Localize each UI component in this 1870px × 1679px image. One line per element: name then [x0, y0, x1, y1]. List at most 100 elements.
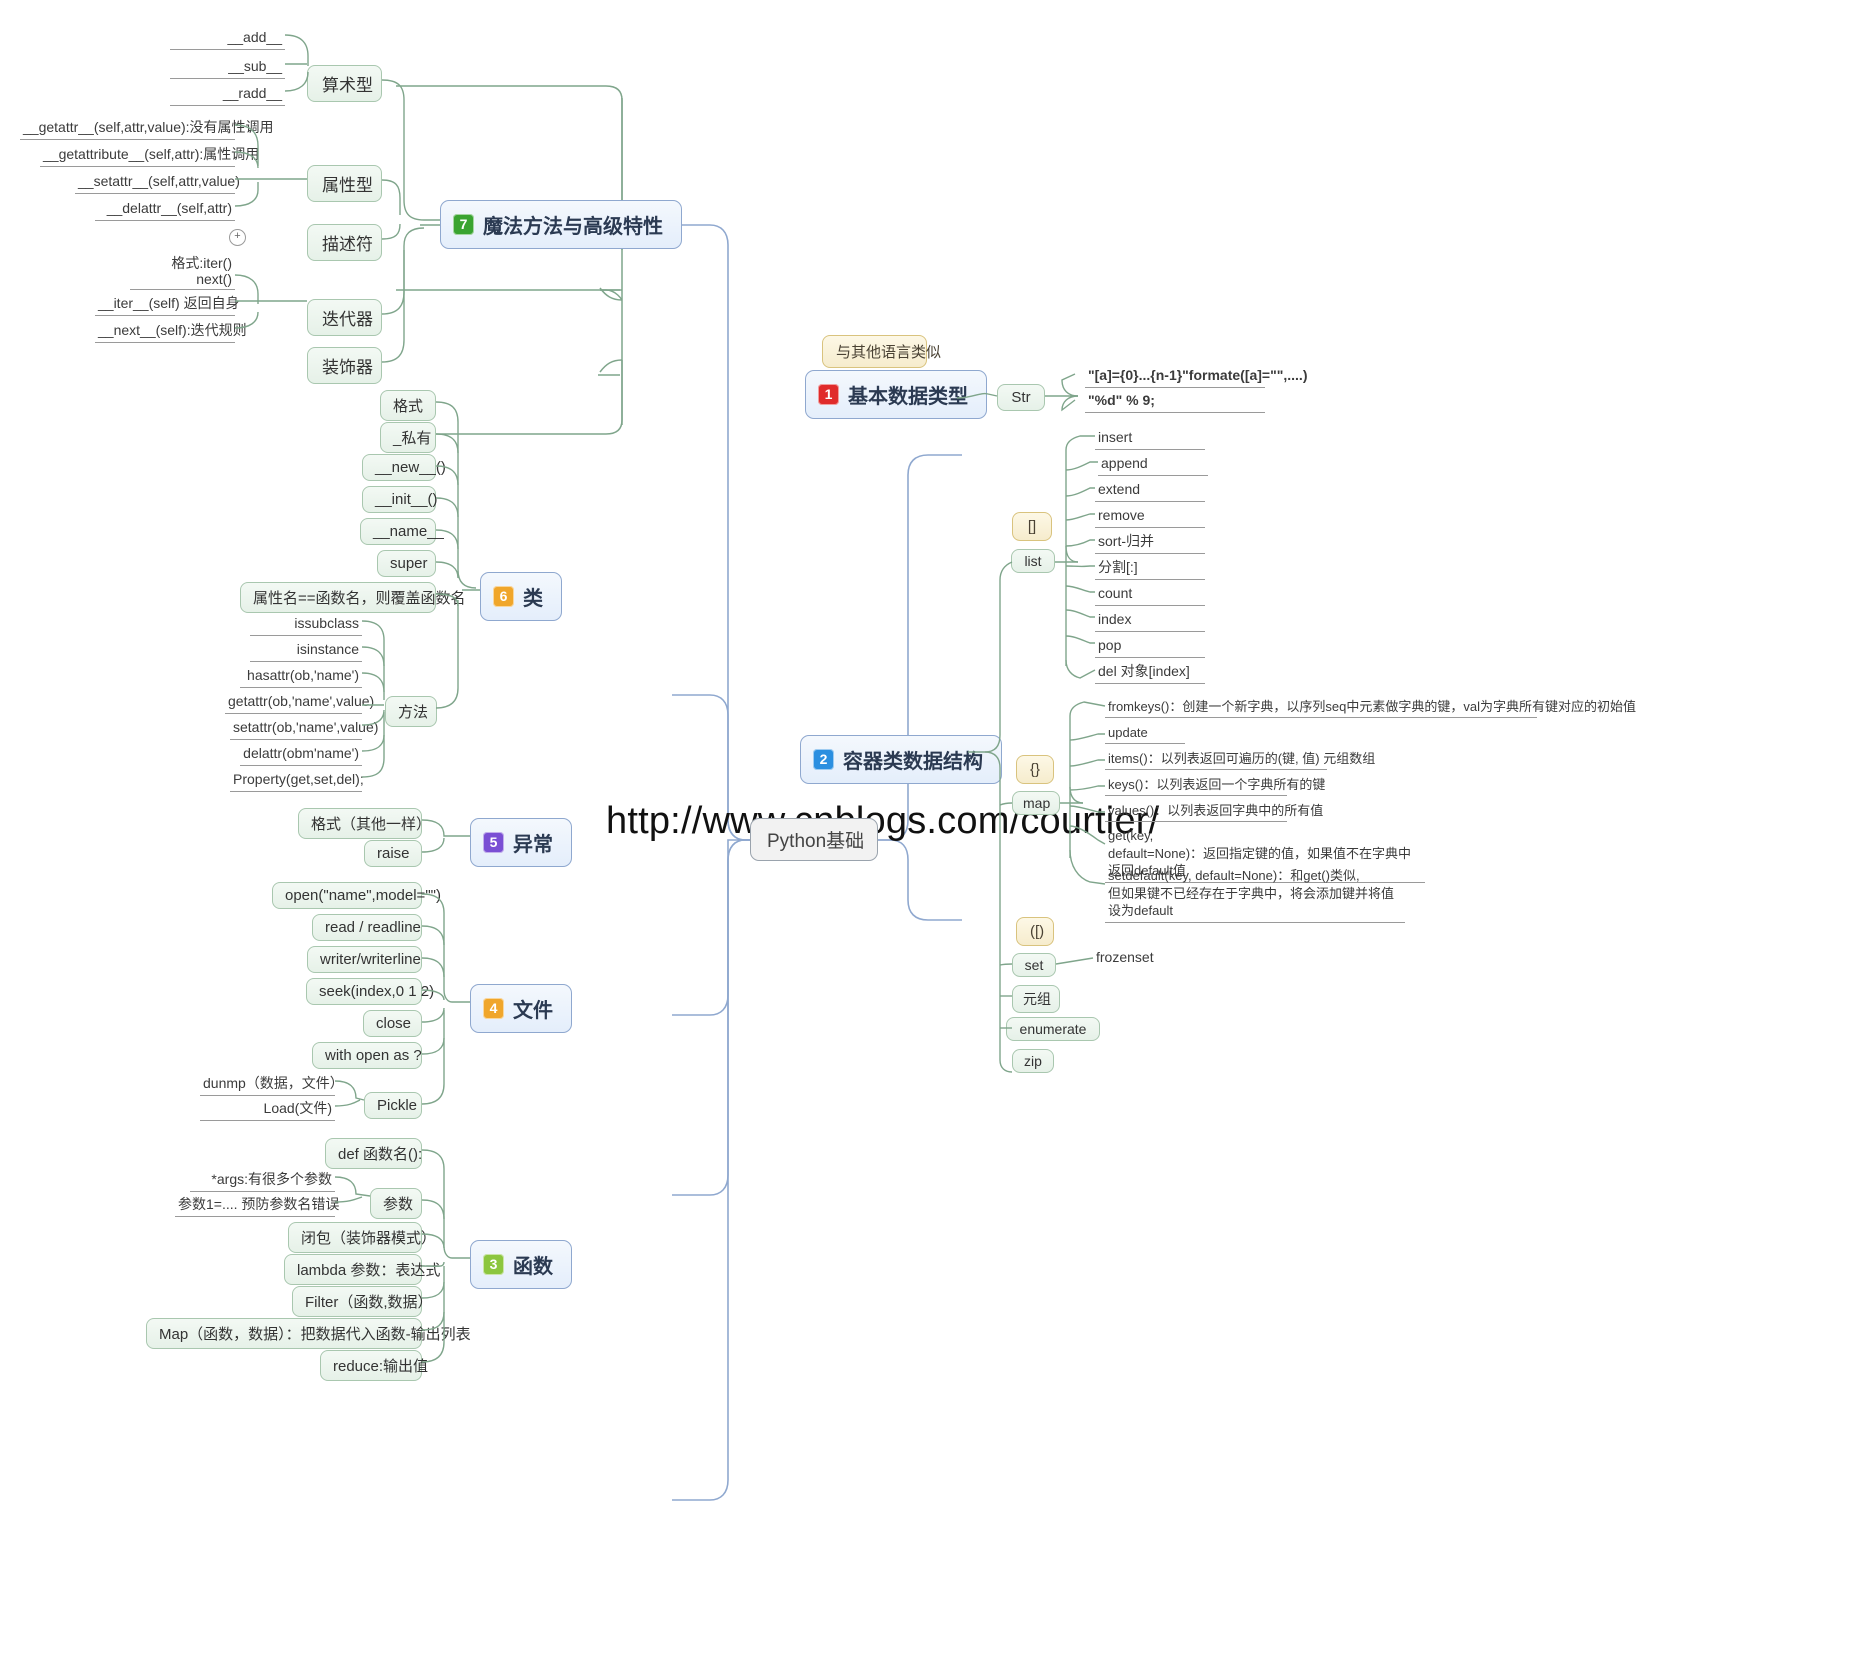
branch-file-label: 文件 — [513, 1000, 553, 1022]
leaf-next-self[interactable]: __next__(self):迭代规则 — [95, 321, 247, 343]
class-item-private[interactable]: _私有 — [380, 422, 436, 453]
branch-magic-methods-label: 魔法方法与高级特性 — [483, 216, 663, 238]
root-node[interactable]: Python基础 — [750, 818, 878, 861]
branch-exception[interactable]: 5 异常 — [470, 818, 572, 867]
list-insert[interactable]: insert — [1095, 428, 1205, 450]
badge-4: 4 — [483, 998, 504, 1019]
leaf-getattr[interactable]: __getattr__(self,attr,value):没有属性调用 — [20, 118, 274, 140]
method-delattr[interactable]: delattr(obm'name') — [240, 744, 362, 766]
function-item-lambda[interactable]: lambda 参数：表达式 — [284, 1254, 440, 1285]
badge-5: 5 — [483, 832, 504, 853]
branch-basic-types[interactable]: 1 基本数据类型 — [805, 370, 987, 419]
badge-2: 2 — [813, 749, 834, 770]
note-set-paren[interactable]: ([) — [1016, 917, 1054, 946]
file-item-with[interactable]: with open as ? — [312, 1042, 422, 1069]
list-sort[interactable]: sort-归并 — [1095, 532, 1205, 554]
exception-item-format[interactable]: 格式（其他一样） — [298, 808, 431, 839]
function-item-closure[interactable]: 闭包（装饰器模式） — [288, 1222, 436, 1253]
function-item-filter[interactable]: Filter（函数,数据） — [292, 1286, 433, 1317]
list-index[interactable]: index — [1095, 610, 1205, 632]
file-item-write[interactable]: writer/writerline — [307, 946, 422, 973]
container-map[interactable]: map — [1012, 791, 1060, 815]
class-item-super[interactable]: super — [377, 550, 436, 577]
leaf-sub[interactable]: __sub__ — [170, 57, 285, 79]
branch-function[interactable]: 3 函数 — [470, 1240, 572, 1289]
pickle-dump[interactable]: dunmp（数据，文件） — [200, 1074, 344, 1096]
container-set[interactable]: set — [1012, 953, 1056, 977]
class-item-init[interactable]: __init__() — [362, 486, 438, 513]
list-slice[interactable]: 分割[:] — [1095, 558, 1205, 580]
badge-1: 1 — [818, 384, 839, 405]
expand-plus-icon[interactable]: + — [229, 229, 246, 246]
leaf-radd[interactable]: __radd__ — [170, 84, 285, 106]
note-list-bracket[interactable]: [] — [1012, 512, 1052, 541]
leaf-iter-self[interactable]: __iter__(self) 返回自身 — [95, 294, 240, 316]
class-item-override[interactable]: 属性名==函数名，则覆盖函数名 — [240, 582, 466, 613]
map-setdefault[interactable]: setdefault(key, default=None)：和get()类似, … — [1105, 866, 1405, 923]
leaf-getattribute[interactable]: __getattribute__(self,attr):属性调用 — [40, 145, 259, 167]
method-isinstance[interactable]: isinstance — [250, 640, 362, 662]
method-getattr[interactable]: getattr(ob,'name',value) — [225, 692, 374, 714]
function-item-def[interactable]: def 函数名(): — [325, 1138, 422, 1169]
leaf-delattr[interactable]: __delattr__(self,attr) — [95, 199, 235, 221]
file-item-read[interactable]: read / readline — [312, 914, 422, 941]
note-map-brace[interactable]: {} — [1016, 755, 1054, 784]
branch-file[interactable]: 4 文件 — [470, 984, 572, 1033]
list-del[interactable]: del 对象[index] — [1095, 662, 1205, 684]
group-attribute[interactable]: 属性型 — [307, 165, 382, 202]
class-item-new[interactable]: __new__() — [362, 454, 446, 481]
branch-magic-methods[interactable]: 7 魔法方法与高级特性 — [440, 200, 682, 249]
group-decorator[interactable]: 装饰器 — [307, 347, 382, 384]
file-pickle[interactable]: Pickle — [364, 1092, 422, 1119]
class-item-format[interactable]: 格式 — [380, 390, 436, 421]
branch-function-label: 函数 — [513, 1256, 553, 1278]
method-hasattr[interactable]: hasattr(ob,'name') — [240, 666, 362, 688]
function-item-reduce[interactable]: reduce:输出值 — [320, 1350, 428, 1381]
list-count[interactable]: count — [1095, 584, 1205, 606]
type-str[interactable]: Str — [997, 384, 1045, 411]
map-values[interactable]: values()：以列表返回字典中的所有值 — [1105, 802, 1323, 823]
file-item-seek[interactable]: seek(index,0 1 2) — [306, 978, 434, 1005]
group-iterator[interactable]: 迭代器 — [307, 299, 382, 336]
method-issubclass[interactable]: issubclass — [250, 614, 362, 636]
group-arithmetic[interactable]: 算术型 — [307, 65, 382, 102]
container-zip[interactable]: zip — [1012, 1049, 1054, 1073]
pickle-load[interactable]: Load(文件) — [200, 1099, 335, 1121]
class-methods[interactable]: 方法 — [385, 696, 437, 727]
set-frozenset[interactable]: frozenset — [1093, 948, 1183, 969]
class-item-name[interactable]: __name__ — [360, 518, 444, 545]
param-default[interactable]: 参数1=.... 预防参数名错误 — [175, 1195, 339, 1217]
container-enumerate[interactable]: enumerate — [1006, 1017, 1100, 1041]
param-args[interactable]: *args:有很多个参数 — [190, 1170, 335, 1192]
branch-exception-label: 异常 — [513, 834, 553, 856]
group-descriptor[interactable]: 描述符 — [307, 224, 382, 261]
container-list[interactable]: list — [1011, 549, 1055, 573]
function-params[interactable]: 参数 — [370, 1188, 422, 1219]
method-property[interactable]: Property(get,set,del); — [230, 770, 364, 792]
method-setattr[interactable]: setattr(ob,'name',value) — [230, 718, 378, 740]
list-extend[interactable]: extend — [1095, 480, 1205, 502]
str-format[interactable]: "[a]={0}...{n-1}"formate([a]="",....) — [1085, 366, 1308, 388]
branch-class[interactable]: 6 类 — [480, 572, 562, 621]
leaf-iter-format[interactable]: 格式:iter() next() — [130, 254, 235, 291]
leaf-setattr[interactable]: __setattr__(self,attr,value) — [75, 172, 240, 194]
list-append[interactable]: append — [1098, 454, 1208, 476]
map-update[interactable]: update — [1105, 724, 1185, 745]
branch-class-label: 类 — [523, 588, 543, 610]
str-percent[interactable]: "%d" % 9; — [1085, 391, 1265, 413]
file-item-open[interactable]: open("name",model="") — [272, 882, 441, 909]
container-tuple[interactable]: 元组 — [1012, 985, 1060, 1013]
leaf-add[interactable]: __add__ — [170, 28, 285, 50]
list-pop[interactable]: pop — [1095, 636, 1205, 658]
map-items[interactable]: items()：以列表返回可遍历的(键, 值) 元组数组 — [1105, 750, 1375, 771]
file-item-close[interactable]: close — [363, 1010, 422, 1037]
map-keys[interactable]: keys()：以列表返回一个字典所有的键 — [1105, 776, 1325, 797]
map-fromkeys[interactable]: fromkeys()：创建一个新字典，以序列seq中元素做字典的键，val为字典… — [1105, 698, 1636, 719]
branch-containers[interactable]: 2 容器类数据结构 — [800, 735, 1002, 784]
function-item-map[interactable]: Map（函数，数据）：把数据代入函数-输出列表 — [146, 1318, 471, 1349]
note-similar-languages[interactable]: 与其他语言类似 — [822, 335, 941, 368]
list-remove[interactable]: remove — [1095, 506, 1205, 528]
watermark-url: http://www.cnblogs.com/courtier/ — [606, 800, 1160, 842]
exception-item-raise[interactable]: raise — [364, 840, 422, 867]
branch-basic-types-label: 基本数据类型 — [848, 386, 968, 408]
